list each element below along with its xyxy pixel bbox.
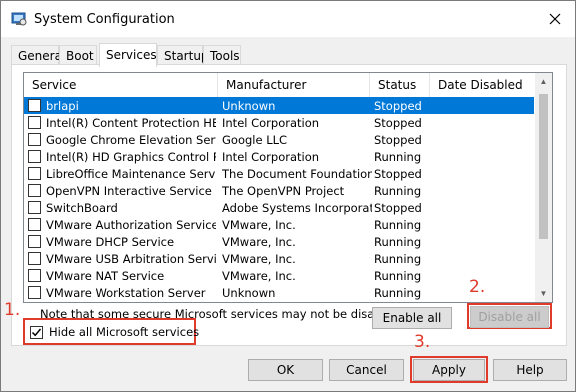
column-header-status[interactable]: Status — [370, 73, 430, 97]
cell-manufacturer: VMware, Inc. — [222, 218, 296, 232]
cell-service-name: VMware USB Arbitration Service — [46, 252, 216, 266]
row-checkbox[interactable] — [28, 150, 41, 163]
cell-manufacturer: VMware, Inc. — [222, 269, 296, 283]
cell-service-name: SwitchBoard — [46, 201, 118, 215]
cell-service-name: brlapi — [46, 99, 79, 113]
annotation-step-3: 3. — [414, 332, 431, 352]
cell-status: Running — [374, 150, 422, 164]
scroll-down-icon[interactable]: ▼ — [535, 285, 552, 302]
table-row[interactable]: Google Chrome Elevation Servic... Google … — [24, 131, 534, 148]
cell-manufacturer: Google LLC — [222, 133, 288, 147]
row-checkbox[interactable] — [28, 184, 41, 197]
cell-status: Stopped — [374, 99, 422, 113]
help-button[interactable]: Help — [493, 359, 567, 381]
cell-service-name: Intel(R) Content Protection HEC... — [46, 116, 216, 130]
row-checkbox[interactable] — [28, 286, 41, 299]
cell-manufacturer: Unknown — [222, 286, 276, 300]
table-row[interactable]: Intel(R) HD Graphics Control Pa... Intel … — [24, 148, 534, 165]
cell-status: Running — [374, 269, 422, 283]
column-header-date-disabled[interactable]: Date Disabled — [430, 73, 536, 97]
title-bar: System Configuration — [1, 1, 575, 37]
row-checkbox[interactable] — [28, 218, 41, 231]
table-row[interactable]: LibreOffice Maintenance Service The Docum… — [24, 165, 534, 182]
row-checkbox[interactable] — [28, 201, 41, 214]
row-checkbox[interactable] — [28, 167, 41, 180]
cell-service-name: LibreOffice Maintenance Service — [46, 167, 216, 181]
column-header-service[interactable]: Service — [24, 73, 218, 97]
system-config-icon — [11, 12, 27, 26]
tab-startup[interactable]: Startup — [157, 45, 209, 65]
cell-status: Running — [374, 235, 422, 249]
tab-tools[interactable]: Tools — [203, 45, 241, 65]
cell-manufacturer: Intel Corporation — [222, 150, 320, 164]
disable-all-button[interactable]: Disable all — [470, 306, 549, 328]
scrollbar-thumb[interactable] — [539, 94, 548, 239]
cell-status: Running — [374, 184, 422, 198]
cell-service-name: VMware Workstation Server — [46, 286, 206, 300]
cell-status: Stopped — [374, 116, 422, 130]
annotation-step-2: 2. — [469, 277, 486, 297]
services-panel: Service Manufacturer Status Date Disable… — [11, 64, 567, 346]
table-row[interactable]: VMware Authorization Service VMware, Inc.… — [24, 216, 534, 233]
row-checkbox[interactable] — [28, 269, 41, 282]
row-checkbox[interactable] — [28, 116, 41, 129]
column-header-manufacturer[interactable]: Manufacturer — [218, 73, 370, 97]
row-checkbox[interactable] — [28, 252, 41, 265]
cell-manufacturer: Unknown — [222, 99, 276, 113]
hide-ms-services-label: Hide all Microsoft services — [49, 325, 200, 339]
cell-service-name: Google Chrome Elevation Servic... — [46, 133, 216, 147]
cell-status: Stopped — [374, 167, 422, 181]
services-list[interactable]: Service Manufacturer Status Date Disable… — [23, 72, 553, 303]
cell-manufacturer: VMware, Inc. — [222, 235, 296, 249]
checkmark-icon — [31, 328, 42, 337]
row-checkbox[interactable] — [28, 99, 41, 112]
window-title: System Configuration — [34, 12, 175, 27]
system-configuration-window: System Configuration General Boot Servic… — [0, 0, 576, 392]
table-row[interactable]: SwitchBoard Adobe Systems Incorporated Sto… — [24, 199, 534, 216]
table-row[interactable]: Intel(R) Content Protection HEC... Intel … — [24, 114, 534, 131]
cell-status: Stopped — [374, 201, 422, 215]
cell-status: Running — [374, 218, 422, 232]
tab-general[interactable]: General — [11, 45, 65, 65]
row-checkbox[interactable] — [28, 133, 41, 146]
cell-service-name: VMware NAT Service — [46, 269, 165, 283]
cancel-button[interactable]: Cancel — [329, 359, 404, 381]
table-row[interactable]: VMware NAT Service VMware, Inc. Running — [24, 267, 534, 284]
tab-boot[interactable]: Boot — [59, 45, 97, 65]
annotation-step-1: 1. — [4, 300, 21, 320]
cell-service-name: Intel(R) HD Graphics Control Pa... — [46, 150, 216, 164]
cell-manufacturer: Intel Corporation — [222, 116, 320, 130]
cell-service-name: VMware Authorization Service — [46, 218, 216, 232]
close-icon[interactable] — [545, 9, 565, 29]
table-row[interactable]: OpenVPN Interactive Service The OpenVPN P… — [24, 182, 534, 199]
cell-status: Running — [374, 252, 422, 266]
table-row[interactable]: VMware DHCP Service VMware, Inc. Running — [24, 233, 534, 250]
vertical-scrollbar[interactable]: ▲ ▼ — [535, 73, 552, 302]
table-row[interactable]: brlapi Unknown Stopped — [24, 97, 534, 114]
cell-manufacturer: The Document Foundation — [222, 167, 372, 181]
tab-services[interactable]: Services — [99, 43, 157, 67]
cell-service-name: VMware DHCP Service — [46, 235, 175, 249]
table-row[interactable]: VMware Workstation Server Unknown Running — [24, 284, 534, 301]
table-row[interactable]: VMware USB Arbitration Service VMware, In… — [24, 250, 534, 267]
cell-status: Running — [374, 286, 422, 300]
cell-service-name: OpenVPN Interactive Service — [46, 184, 212, 198]
enable-all-button[interactable]: Enable all — [372, 307, 452, 329]
cell-manufacturer: Adobe Systems Incorporated — [222, 201, 372, 215]
scroll-up-icon[interactable]: ▲ — [535, 73, 552, 90]
ok-button[interactable]: OK — [248, 359, 323, 381]
cell-manufacturer: The OpenVPN Project — [222, 184, 345, 198]
apply-button[interactable]: Apply — [413, 359, 485, 381]
hide-ms-services-checkbox[interactable]: Hide all Microsoft services — [23, 318, 200, 345]
checkbox-box[interactable] — [30, 326, 43, 339]
cell-status: Stopped — [374, 133, 422, 147]
cell-manufacturer: VMware, Inc. — [222, 252, 296, 266]
row-checkbox[interactable] — [28, 235, 41, 248]
